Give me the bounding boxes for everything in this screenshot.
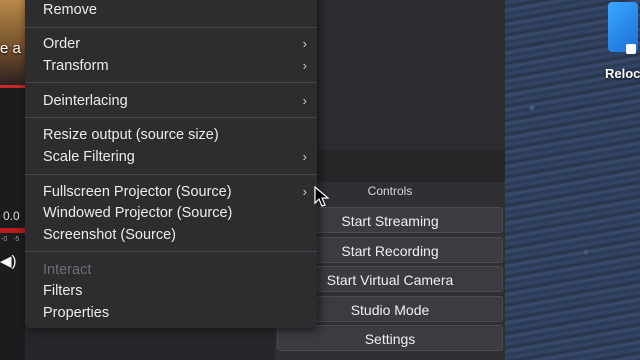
mouse-cursor-icon	[314, 186, 330, 207]
chevron-right-icon: ›	[302, 58, 307, 73]
preview-selection-line	[0, 85, 25, 88]
menu-item-label: Transform	[43, 58, 109, 74]
menu-item-scale-filtering[interactable]: Scale Filtering ›	[43, 147, 309, 167]
menu-item-label: Scale Filtering	[43, 149, 135, 165]
panel-header-bar	[317, 150, 505, 182]
menu-item-resize-output[interactable]: Resize output (source size)	[43, 125, 309, 145]
settings-button[interactable]: Settings	[277, 325, 503, 351]
menu-item-label: Filters	[43, 283, 83, 299]
menu-item-screenshot[interactable]: Screenshot (Source)	[43, 225, 309, 245]
chevron-right-icon: ›	[302, 149, 307, 164]
menu-item-label: Resize output (source size)	[43, 127, 219, 143]
menu-item-label: Properties	[43, 305, 110, 321]
desktop-icon-label[interactable]: Reloc	[605, 66, 640, 81]
menu-item-deinterlacing[interactable]: Deinterlacing ›	[43, 91, 309, 111]
menu-separator	[25, 117, 317, 118]
menu-item-windowed-projector[interactable]: Windowed Projector (Source)	[43, 203, 309, 223]
source-context-menu: Remove Order › Transform › Deinterlacing…	[25, 0, 317, 328]
preview-text: e a	[0, 40, 21, 57]
menu-item-interact: Interact	[43, 260, 309, 280]
menu-item-label: Windowed Projector (Source)	[43, 205, 233, 221]
chevron-right-icon: ›	[302, 184, 307, 199]
menu-item-filters[interactable]: Filters	[43, 281, 309, 301]
desktop-icon-badge	[626, 44, 636, 54]
meter-tick: -0	[1, 236, 8, 243]
chevron-right-icon: ›	[302, 93, 307, 108]
meter-tick: -5	[13, 236, 20, 243]
menu-separator	[25, 82, 317, 83]
chevron-right-icon: ›	[302, 36, 307, 51]
menu-item-remove[interactable]: Remove	[43, 0, 309, 20]
menu-item-label: Deinterlacing	[43, 93, 128, 109]
menu-item-fullscreen-projector[interactable]: Fullscreen Projector (Source) ›	[43, 182, 309, 202]
menu-separator	[25, 174, 317, 175]
audio-level-value: 0.0	[3, 209, 20, 223]
desktop-background	[505, 0, 640, 360]
menu-item-properties[interactable]: Properties	[43, 303, 309, 323]
menu-item-label: Fullscreen Projector (Source)	[43, 184, 232, 200]
menu-item-order[interactable]: Order ›	[43, 34, 309, 54]
audio-meter	[0, 228, 25, 233]
menu-separator	[25, 27, 317, 28]
menu-item-transform[interactable]: Transform ›	[43, 56, 309, 76]
bottom-panel	[25, 325, 275, 360]
speaker-icon[interactable]: ◀)	[0, 252, 17, 270]
menu-item-label: Remove	[43, 2, 97, 18]
menu-item-label: Order	[43, 36, 81, 52]
menu-item-label: Screenshot (Source)	[43, 227, 176, 243]
menu-separator	[25, 251, 317, 252]
menu-item-label: Interact	[43, 262, 92, 278]
